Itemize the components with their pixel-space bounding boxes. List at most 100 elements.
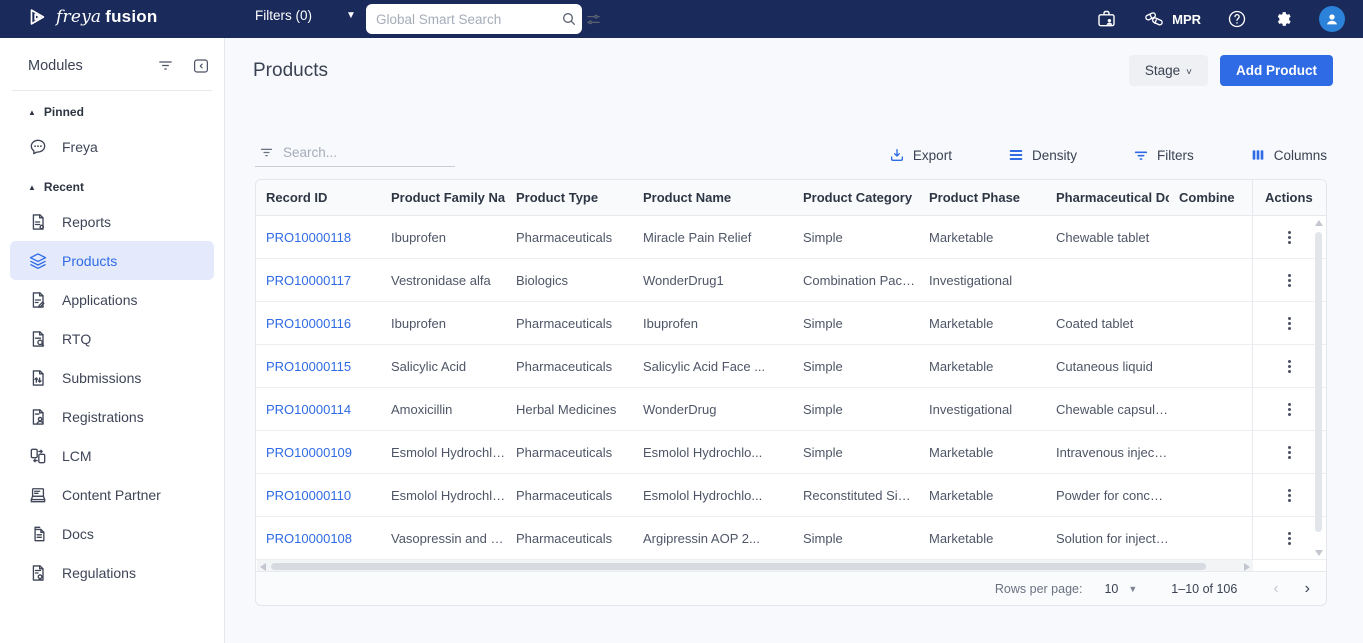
global-filters-button[interactable]: Filters (0) ▼ (255, 8, 356, 23)
record-id-link[interactable]: PRO10000115 (256, 359, 381, 374)
sidebar-item-submissions[interactable]: Submissions (10, 358, 214, 397)
stage-dropdown-button[interactable]: Stage˅ (1129, 55, 1208, 86)
cell-name: Salicylic Acid Face ... (633, 359, 793, 374)
vertical-scrollbar[interactable] (1315, 220, 1323, 556)
add-product-button[interactable]: Add Product (1220, 55, 1333, 86)
kebab-icon (1288, 403, 1291, 416)
sidebar-item-label: Products (62, 253, 117, 269)
sidebar-title: Modules (28, 58, 157, 74)
record-id-link[interactable]: PRO10000109 (256, 445, 381, 460)
cell-category: Simple (793, 445, 919, 460)
export-icon (889, 147, 905, 163)
record-id-link[interactable]: PRO10000110 (256, 488, 381, 503)
columns-button[interactable]: Columns (1250, 147, 1327, 163)
sidebar-item-docs[interactable]: Docs (10, 514, 214, 553)
sidebar-item-registrations[interactable]: Registrations (10, 397, 214, 436)
column-header-name[interactable]: Product Name (633, 190, 793, 205)
sidebar-item-regulations[interactable]: Regulations (10, 553, 214, 592)
filters-button[interactable]: Filters (1133, 147, 1194, 163)
modules-sidebar: Modules ▲ Pinned Freya ▲ Recent Reports P… (0, 38, 225, 643)
density-icon (1008, 147, 1024, 163)
column-header-record_id[interactable]: Record ID (256, 190, 381, 205)
cell-name: WonderDrug (633, 402, 793, 417)
doc-search-icon (28, 329, 48, 349)
pills-icon (1143, 9, 1165, 29)
cell-phase: Marketable (919, 531, 1046, 546)
sidebar-item-content-partner[interactable]: Content Partner (10, 475, 214, 514)
column-header-family[interactable]: Product Family Name (381, 190, 506, 205)
sidebar-item-freya[interactable]: Freya (10, 127, 214, 166)
scroll-down-icon[interactable] (1315, 550, 1323, 556)
chevron-down-icon: ˅ (1186, 67, 1192, 78)
density-button[interactable]: Density (1008, 147, 1077, 163)
record-id-link[interactable]: PRO10000108 (256, 531, 381, 546)
cell-category: Simple (793, 531, 919, 546)
cell-dosage: Coated tablet (1046, 316, 1169, 331)
advanced-search-icon[interactable] (585, 11, 602, 28)
pinned-section-toggle[interactable]: ▲ Pinned (0, 105, 224, 119)
scroll-right-icon[interactable] (1244, 563, 1250, 571)
layers-icon (28, 251, 48, 271)
settings-gear-icon[interactable] (1273, 9, 1293, 29)
table-header-row: Record IDProduct Family NameProduct Type… (256, 180, 1326, 216)
scroll-up-icon[interactable] (1315, 220, 1323, 226)
help-icon[interactable] (1227, 9, 1247, 29)
column-header-dosage[interactable]: Pharmaceutical Dos... (1046, 190, 1169, 205)
user-avatar[interactable] (1319, 6, 1345, 32)
previous-page-button[interactable]: ‹ (1273, 580, 1278, 598)
cell-type: Pharmaceuticals (506, 359, 633, 374)
record-id-link[interactable]: PRO10000117 (256, 273, 381, 288)
cell-type: Pharmaceuticals (506, 531, 633, 546)
vertical-scroll-thumb[interactable] (1315, 232, 1322, 532)
cell-dosage: Chewable capsule,... (1046, 402, 1169, 417)
record-id-link[interactable]: PRO10000116 (256, 316, 381, 331)
kebab-icon (1288, 532, 1291, 545)
rows-per-page-label: Rows per page: (995, 582, 1083, 596)
next-page-button[interactable]: › (1305, 580, 1310, 598)
export-button[interactable]: Export (889, 147, 952, 163)
collapse-caret-icon: ▲ (28, 108, 36, 117)
table-row: PRO10000110Esmolol Hydrochlo...Pharmaceu… (256, 474, 1326, 517)
mpr-button[interactable]: MPR (1143, 9, 1201, 29)
cell-family: Esmolol Hydrochlo... (381, 445, 506, 460)
horizontal-scroll-thumb[interactable] (271, 563, 1206, 570)
cell-name: Argipressin AOP 2... (633, 531, 793, 546)
sidebar-filter-icon[interactable] (157, 57, 174, 75)
recent-section-toggle[interactable]: ▲ Recent (0, 180, 224, 194)
cell-name: WonderDrug1 (633, 273, 793, 288)
sidebar-collapse-icon[interactable] (192, 57, 210, 75)
search-icon[interactable] (561, 11, 577, 27)
sidebar-item-reports[interactable]: Reports (10, 202, 214, 241)
global-search-input[interactable] (376, 12, 553, 27)
record-id-link[interactable]: PRO10000114 (256, 402, 381, 417)
registration-icon (28, 407, 48, 427)
table-row: PRO10000115Salicylic AcidPharmaceuticals… (256, 345, 1326, 388)
cell-type: Pharmaceuticals (506, 316, 633, 331)
pagination-bar: Rows per page: 10 ▼ 1–10 of 106 ‹ › (256, 571, 1326, 605)
portfolio-icon[interactable] (1096, 9, 1117, 29)
collapse-caret-icon: ▲ (28, 183, 36, 192)
scroll-left-icon[interactable] (260, 563, 266, 571)
cell-family: Ibuprofen (381, 316, 506, 331)
pagination-range: 1–10 of 106 (1171, 582, 1237, 596)
table-search-input[interactable] (283, 145, 433, 160)
sidebar-item-rtq[interactable]: RTQ (10, 319, 214, 358)
table-row: PRO10000109Esmolol Hydrochlo...Pharmaceu… (256, 431, 1326, 474)
top-bar: freyafusion Filters (0) ▼ MPR (0, 0, 1363, 38)
sidebar-item-lcm[interactable]: LCM (10, 436, 214, 475)
report-icon (28, 212, 48, 232)
sidebar-item-label: Freya (62, 139, 98, 155)
cell-phase: Investigational (919, 273, 1046, 288)
column-header-phase[interactable]: Product Phase (919, 190, 1046, 205)
cell-phase: Marketable (919, 230, 1046, 245)
column-header-type[interactable]: Product Type (506, 190, 633, 205)
cell-type: Pharmaceuticals (506, 445, 633, 460)
cell-family: Vestronidase alfa (381, 273, 506, 288)
sidebar-item-applications[interactable]: Applications (10, 280, 214, 319)
sidebar-item-products[interactable]: Products (10, 241, 214, 280)
rows-per-page-value[interactable]: 10 (1104, 582, 1118, 596)
rows-per-page-caret-icon[interactable]: ▼ (1128, 584, 1137, 594)
column-header-category[interactable]: Product Category (793, 190, 919, 205)
record-id-link[interactable]: PRO10000118 (256, 230, 381, 245)
filters-icon (1133, 147, 1149, 163)
